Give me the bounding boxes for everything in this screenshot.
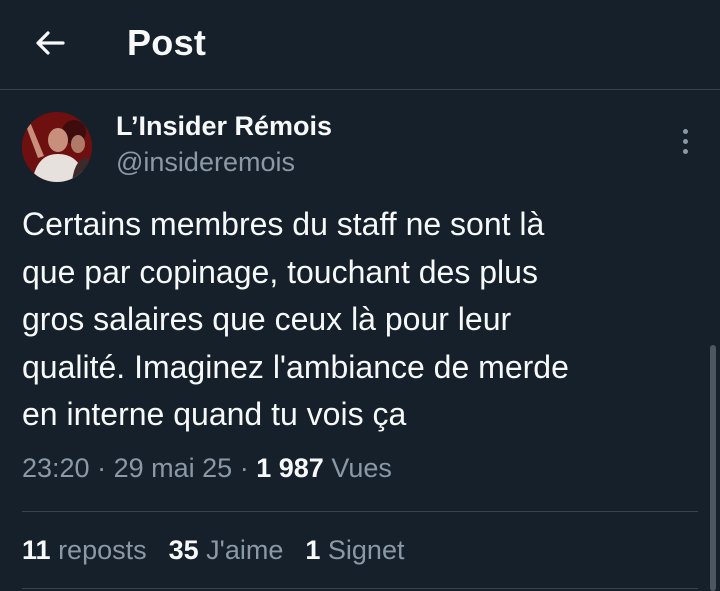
likes-stat[interactable]: 35 J'aime <box>169 535 284 566</box>
divider <box>22 588 698 589</box>
engagement-stats: 11 reposts 35 J'aime 1 Signet <box>22 535 404 566</box>
likes-count: 35 <box>168 535 199 565</box>
views-label: Vues <box>331 453 392 483</box>
top-bar: Post <box>0 0 720 90</box>
post-text: Certains membres du staff ne sont là que… <box>22 206 569 432</box>
post-date[interactable]: 29 mai 25 <box>114 453 233 483</box>
scrollbar[interactable] <box>710 345 716 591</box>
post-metadata: 23:20 · 29 mai 25 · 1 987 Vues <box>22 453 392 484</box>
likes-label: J'aime <box>206 535 284 565</box>
more-vertical-icon <box>682 128 688 134</box>
divider <box>22 511 698 512</box>
arrow-left-icon <box>36 31 65 55</box>
author-handle[interactable]: @insideremois <box>116 147 295 178</box>
reposts-label: reposts <box>58 535 147 565</box>
reposts-count: 11 <box>22 535 51 565</box>
bookmarks-stat[interactable]: 1 Signet <box>305 535 404 566</box>
avatar-image <box>22 112 92 182</box>
reposts-stat[interactable]: 11 reposts <box>22 535 147 566</box>
avatar[interactable] <box>22 112 92 182</box>
author-display-name[interactable]: L’Insider Rémois <box>116 111 332 142</box>
bookmarks-count: 1 <box>305 535 321 565</box>
more-options-button[interactable] <box>670 124 700 158</box>
meta-separator: · <box>239 453 249 483</box>
meta-separator: · <box>97 453 107 483</box>
back-button[interactable] <box>30 26 70 60</box>
bookmarks-label: Signet <box>327 535 405 565</box>
page-title: Post <box>127 22 207 63</box>
views-count[interactable]: 1 987 <box>256 453 324 483</box>
post-time[interactable]: 23:20 <box>22 453 90 483</box>
